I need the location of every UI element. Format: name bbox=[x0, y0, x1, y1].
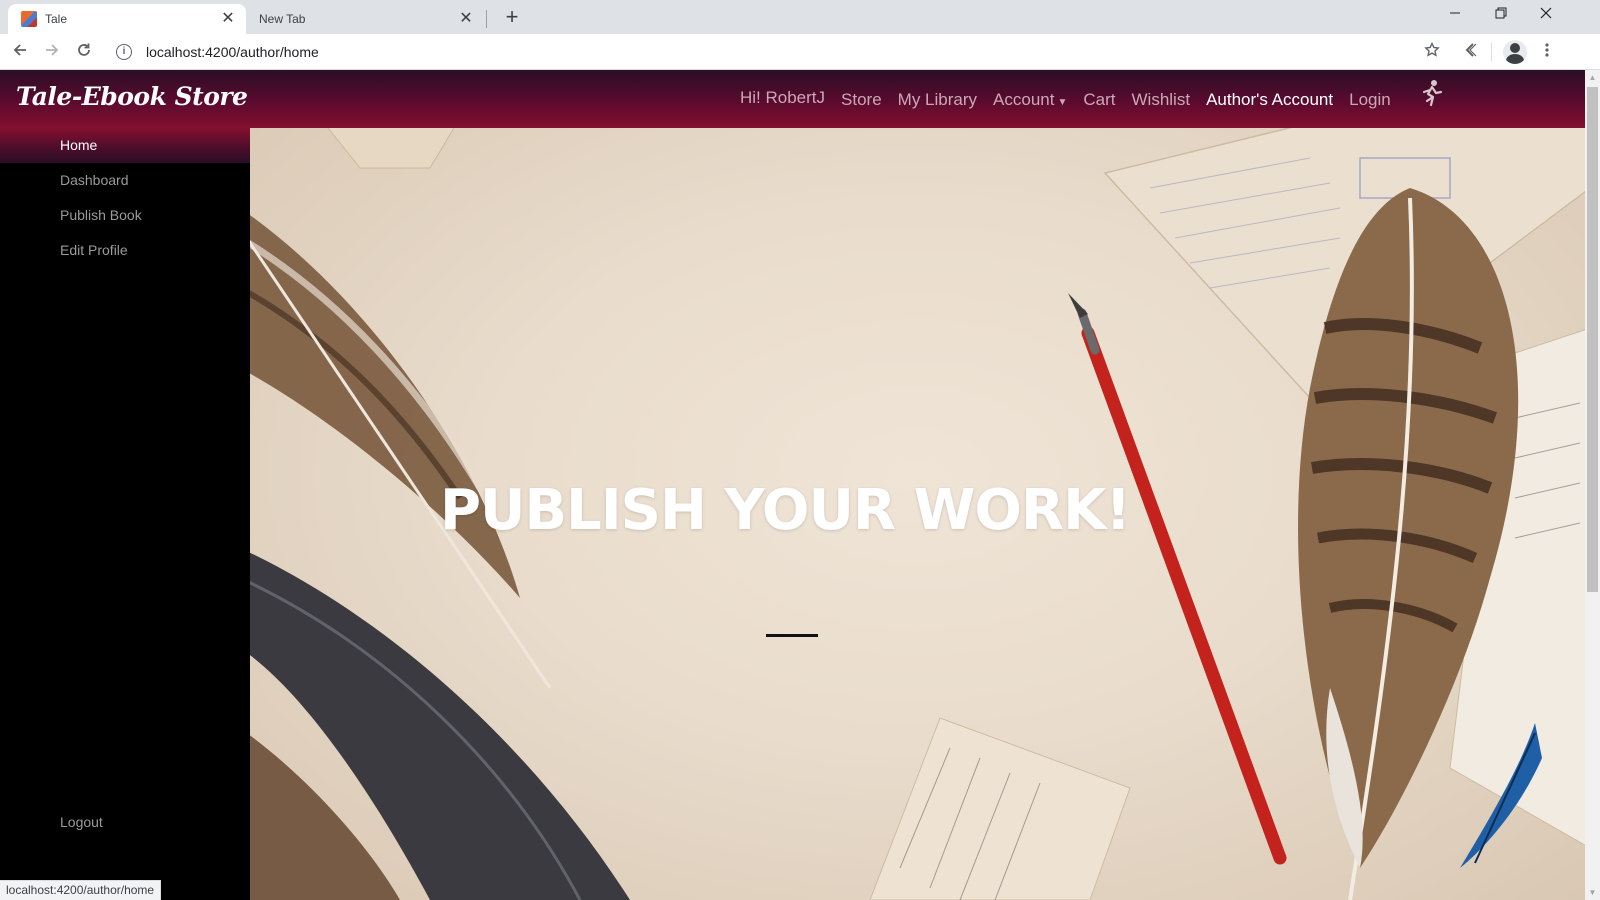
letter-paper-top-left bbox=[327, 128, 455, 169]
star-icon bbox=[1424, 41, 1440, 57]
account-label: Account bbox=[993, 90, 1055, 109]
sidebar-logout[interactable]: Logout bbox=[60, 814, 103, 830]
caret-down-icon: ▼ bbox=[1057, 97, 1068, 108]
nav-dropdown-account[interactable]: Account ▼ bbox=[993, 90, 1067, 110]
brand-logo[interactable]: Tale-Ebook Store bbox=[16, 82, 248, 111]
forward-button[interactable] bbox=[40, 40, 64, 64]
browser-tab-new[interactable]: New Tab ✕ bbox=[246, 4, 484, 34]
tab-title: New Tab bbox=[259, 12, 306, 26]
minimize-window-button[interactable] bbox=[1432, 0, 1478, 30]
scroll-down-arrow-icon[interactable]: ▼ bbox=[1585, 885, 1600, 900]
nav-link-cart[interactable]: Cart bbox=[1083, 90, 1115, 110]
extension-button[interactable] bbox=[1459, 40, 1483, 64]
hero-divider bbox=[766, 634, 818, 637]
toolbar-separator bbox=[1491, 43, 1492, 61]
nav-links: Hi! RobertJ Store My Library Account ▼ Ca… bbox=[740, 86, 1407, 114]
bookmark-star-icon[interactable] bbox=[1420, 40, 1444, 64]
tab-close-icon[interactable]: ✕ bbox=[456, 9, 476, 29]
sidebar-item-home[interactable]: Home bbox=[0, 128, 250, 163]
link-status-bubble: localhost:4200/author/home bbox=[0, 880, 162, 900]
letter-paper-bottom bbox=[869, 717, 1131, 900]
browser-tabstrip: Tale ✕ New Tab ✕ + bbox=[0, 0, 1600, 34]
address-url[interactable]: localhost:4200/author/home bbox=[146, 44, 319, 60]
restore-icon bbox=[1495, 7, 1507, 19]
restore-window-button[interactable] bbox=[1478, 0, 1524, 30]
new-tab-button[interactable]: + bbox=[498, 6, 526, 30]
hero-title: PUBLISH YOUR WORK! bbox=[439, 478, 1131, 543]
reload-icon bbox=[78, 43, 90, 56]
sidebar-item-edit-profile[interactable]: Edit Profile bbox=[0, 233, 250, 268]
kebab-menu-icon[interactable] bbox=[1538, 40, 1556, 64]
reload-button[interactable] bbox=[72, 40, 96, 64]
nav-link-authors-account[interactable]: Author's Account bbox=[1206, 90, 1333, 110]
scrollbar-thumb[interactable] bbox=[1587, 87, 1598, 592]
minimize-icon bbox=[1450, 12, 1460, 14]
runner-icon[interactable] bbox=[1417, 78, 1447, 108]
sidebar-item-publish-book[interactable]: Publish Book bbox=[0, 198, 250, 233]
hero-banner: PUBLISH YOUR WORK! bbox=[250, 128, 1585, 900]
back-button[interactable] bbox=[8, 40, 32, 64]
info-icon[interactable]: i bbox=[116, 44, 132, 60]
page-viewport: Tale-Ebook Store Hi! RobertJ Store My Li… bbox=[0, 70, 1600, 900]
scroll-up-arrow-icon[interactable]: ▲ bbox=[1585, 70, 1600, 85]
dip-pen bbox=[1068, 293, 1287, 865]
top-navbar: Tale-Ebook Store Hi! RobertJ Store My Li… bbox=[0, 70, 1585, 128]
close-icon bbox=[1540, 7, 1552, 19]
tab-close-icon[interactable]: ✕ bbox=[218, 9, 238, 29]
profile-avatar-icon[interactable] bbox=[1503, 40, 1527, 64]
nav-link-store[interactable]: Store bbox=[841, 90, 882, 110]
tale-favicon-icon bbox=[21, 11, 37, 27]
feather-left-dark bbox=[250, 552, 630, 900]
tab-title: Tale bbox=[45, 12, 68, 26]
address-bar[interactable]: i localhost:4200/author/home bbox=[108, 37, 1456, 67]
nav-link-wishlist[interactable]: Wishlist bbox=[1132, 90, 1191, 110]
author-sidebar: Home Dashboard Publish Book Edit Profile… bbox=[0, 128, 250, 900]
nav-link-my-library[interactable]: My Library bbox=[898, 90, 977, 110]
extension-icon bbox=[1465, 43, 1477, 57]
sidebar-item-dashboard[interactable]: Dashboard bbox=[0, 163, 250, 198]
user-greeting: Hi! RobertJ bbox=[740, 88, 826, 107]
nav-link-login[interactable]: Login bbox=[1349, 90, 1391, 110]
browser-toolbar: i localhost:4200/author/home bbox=[0, 34, 1600, 70]
arrow-right-icon bbox=[46, 44, 59, 56]
close-window-button[interactable] bbox=[1523, 0, 1569, 30]
arrow-left-icon bbox=[13, 44, 26, 56]
tab-separator bbox=[486, 10, 487, 28]
page-scrollbar[interactable]: ▲ ▼ bbox=[1585, 70, 1600, 900]
three-dots-icon bbox=[1545, 43, 1549, 57]
browser-tab-active[interactable]: Tale ✕ bbox=[8, 4, 246, 34]
